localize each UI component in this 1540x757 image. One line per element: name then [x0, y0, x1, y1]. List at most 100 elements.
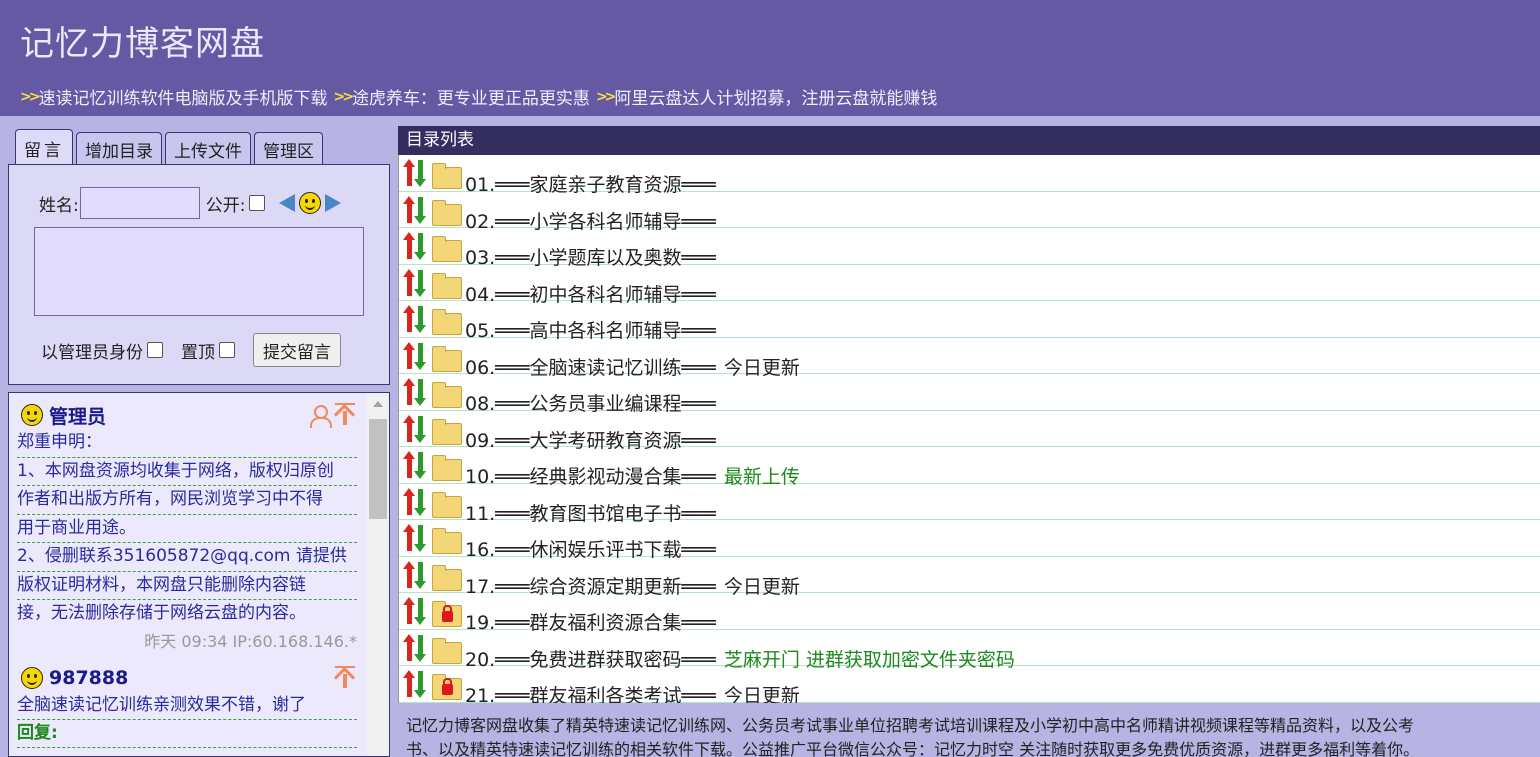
tab-message[interactable]: 留言	[15, 129, 73, 167]
name-input[interactable]	[79, 187, 200, 219]
sort-arrows-icon[interactable]	[403, 414, 427, 444]
comment-header: 987888	[17, 664, 357, 692]
site-title[interactable]: 记忆力博客网盘	[20, 16, 265, 65]
sort-arrows-icon[interactable]	[403, 597, 427, 626]
locked-folder-icon[interactable]	[432, 674, 462, 700]
tab-add-directory[interactable]: 增加目录	[76, 132, 162, 166]
comment-item: 987888 全脑速读记忆训练亲测效果不错，谢了 回复:	[17, 664, 357, 748]
folder-icon[interactable]	[432, 236, 462, 262]
folder-icon[interactable]	[432, 637, 462, 664]
directory-row[interactable]: 20.═══免费进群获取密码═══ 芝麻开门 进群获取加密文件夹密码	[399, 630, 1540, 671]
sort-arrows-icon[interactable]	[403, 633, 427, 663]
sort-arrows-icon[interactable]	[403, 305, 427, 334]
directory-row[interactable]: 21.═══群友福利各类考试═══ 今日更新	[399, 666, 1540, 703]
directory-list: 01.═══家庭亲子教育资源═══ 02.═══小学各科名师辅导═══ 03.═══…	[398, 155, 1540, 703]
double-chevron-icon: >>	[595, 88, 617, 105]
as-admin-label: 以管理员身份	[41, 342, 143, 363]
folder-icon[interactable]	[432, 345, 462, 372]
sort-arrows-icon[interactable]	[403, 670, 427, 699]
sort-arrows-icon[interactable]	[403, 451, 427, 480]
directory-row[interactable]: 16.═══休闲娱乐评书下载═══	[399, 520, 1540, 561]
comment-author: 987888	[49, 666, 129, 689]
folder-icon[interactable]	[432, 163, 462, 189]
as-admin-checkbox[interactable]	[147, 342, 163, 358]
smiley-avatar-icon	[21, 404, 43, 426]
pin-top-icon[interactable]	[333, 665, 357, 690]
description-line: 记忆力博客网盘收集了精英特速读记忆训练网、公务员考试事业单位招聘考试培训课程及小…	[406, 716, 1415, 735]
scroll-up-icon[interactable]	[373, 401, 383, 407]
pin-label: 置顶	[181, 342, 215, 363]
comment-line: 2、侵删联系351605872@qq.com 请提供	[17, 543, 357, 572]
directory-row[interactable]: 19.═══群友福利资源合集═══	[399, 593, 1540, 634]
message-form: 姓名: 公开: 以管理员身份 置顶 提交留言	[8, 164, 390, 385]
comment-line: 版权证明材料，本网盘只能删除内容链	[17, 572, 357, 600]
comment-line: 全脑速读记忆训练亲测效果不错，谢了	[17, 692, 357, 720]
folder-icon[interactable]	[432, 418, 462, 445]
comment-line: 1、本网盘资源均收集于网络，版权归原创	[17, 458, 357, 486]
public-checkbox[interactable]	[249, 195, 266, 211]
comment-line: 接，无法删除存储于网络云盘的内容。	[17, 603, 306, 623]
directory-row[interactable]: 04.═══初中各科名师辅导═══	[399, 265, 1540, 306]
promo-link-aliyun[interactable]: >> 阿里云盘达人计划招募，注册云盘就能赚钱	[595, 84, 937, 110]
double-chevron-icon: >>	[333, 88, 354, 105]
promo-link-tuhu[interactable]: >> 途虎养车：更专业更正品更实惠	[333, 84, 589, 110]
folder-icon[interactable]	[432, 491, 462, 518]
lock-icon	[442, 605, 453, 622]
directory-row[interactable]: 11.═══教育图书馆电子书═══	[399, 484, 1540, 525]
directory-row[interactable]: 09.═══大学考研教育资源═══	[399, 411, 1540, 452]
pin-top-icon[interactable]	[333, 403, 357, 427]
message-textarea[interactable]	[34, 227, 364, 316]
sort-arrows-icon[interactable]	[403, 195, 427, 225]
folder-icon[interactable]	[432, 199, 462, 226]
directory-row[interactable]: 03.═══小学题库以及奥数═══	[399, 228, 1540, 269]
folder-icon[interactable]	[432, 309, 462, 335]
directory-row[interactable]: 10.═══经典影视动漫合集═══ 最新上传	[399, 447, 1540, 488]
directory-header: 目录列表	[398, 126, 1540, 155]
user-icon[interactable]	[309, 403, 332, 428]
folder-icon[interactable]	[432, 528, 462, 554]
description-line: 书、以及精英特速读记忆训练的相关软件下载。公益推广平台微信公众号：记忆力时空 关…	[406, 740, 1420, 757]
sort-arrows-icon[interactable]	[403, 268, 427, 298]
comment-line: 作者和出版方所有，网民浏览学习中不得	[17, 486, 357, 515]
sort-arrows-icon[interactable]	[403, 159, 427, 188]
folder-icon[interactable]	[432, 382, 462, 408]
double-chevron-icon: >>	[20, 88, 41, 105]
comment-actions	[333, 665, 357, 690]
directory-row[interactable]: 05.═══高中各科名师辅导═══	[399, 301, 1540, 342]
prev-emoji-icon[interactable]	[279, 194, 296, 212]
folder-icon[interactable]	[432, 455, 462, 481]
public-label: 公开:	[205, 195, 246, 216]
smiley-emoji-icon[interactable]	[299, 192, 322, 214]
scroll-thumb[interactable]	[369, 419, 387, 519]
sort-arrows-icon[interactable]	[403, 232, 427, 261]
tab-admin[interactable]: 管理区	[254, 132, 323, 166]
tab-upload-file[interactable]: 上传文件	[165, 132, 251, 166]
comment-list: 管理员 郑重申明： 1、本网盘资源均收集于网络，版权归原创 作者和出版方所有，网…	[8, 392, 390, 757]
folder-icon[interactable]	[432, 272, 462, 299]
sort-arrows-icon[interactable]	[403, 560, 427, 590]
sort-arrows-icon[interactable]	[403, 378, 427, 407]
site-description: 记忆力博客网盘收集了精英特速读记忆训练网、公务员考试事业单位招聘考试培训课程及小…	[406, 714, 1536, 757]
directory-row[interactable]: 06.═══全脑速读记忆训练═══ 今日更新	[399, 338, 1540, 379]
comment-header: 管理员	[17, 401, 357, 429]
directory-row[interactable]: 08.═══公务员事业编课程═══	[399, 374, 1540, 415]
folder-icon[interactable]	[432, 564, 462, 591]
comment-scrollbar[interactable]	[367, 393, 389, 756]
directory-row[interactable]: 01.═══家庭亲子教育资源═══	[399, 155, 1540, 196]
sort-arrows-icon[interactable]	[403, 341, 427, 371]
comment-item: 管理员 郑重申明： 1、本网盘资源均收集于网络，版权归原创 作者和出版方所有，网…	[17, 401, 357, 656]
lock-icon	[442, 678, 453, 695]
locked-folder-icon[interactable]	[432, 601, 462, 627]
pin-checkbox[interactable]	[219, 342, 235, 358]
directory-row[interactable]: 02.═══小学各科名师辅导═══	[399, 192, 1540, 233]
sort-arrows-icon[interactable]	[403, 524, 427, 553]
next-emoji-icon[interactable]	[325, 194, 342, 212]
directory-link[interactable]: 21.═══群友福利各类考试═══ 今日更新	[465, 681, 800, 703]
name-row: 姓名: 公开:	[39, 187, 342, 219]
promo-link-speedread[interactable]: >> 速读记忆训练软件电脑版及手机版下载	[20, 84, 327, 110]
promo-links: >> 速读记忆训练软件电脑版及手机版下载 >> 途虎养车：更专业更正品更实惠 >> 阿…	[20, 84, 943, 110]
directory-name: 21.═══群友福利各类考试═══	[465, 685, 716, 703]
sort-arrows-icon[interactable]	[403, 487, 427, 517]
directory-row[interactable]: 17.═══综合资源定期更新═══ 今日更新	[399, 557, 1540, 598]
submit-message-button[interactable]: 提交留言	[253, 333, 341, 367]
